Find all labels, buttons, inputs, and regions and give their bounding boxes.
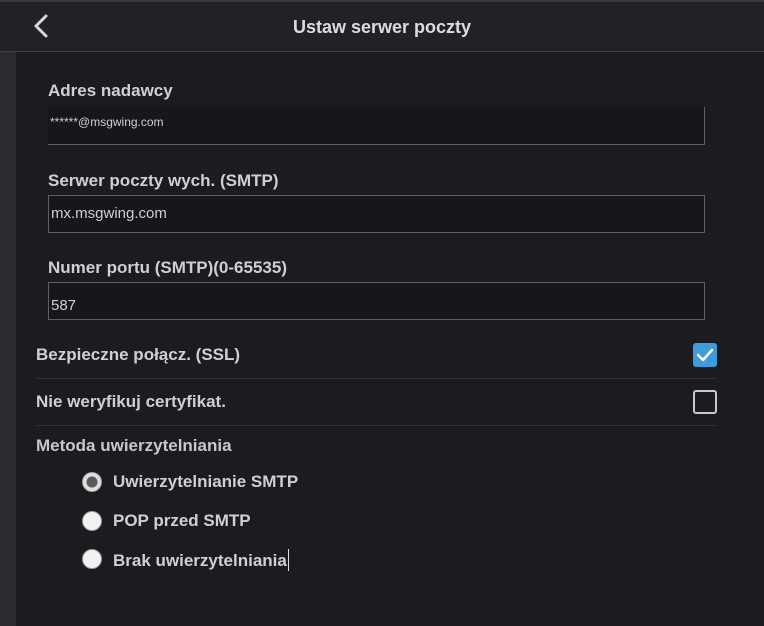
- ssl-option-label: Bezpieczne połącz. (SSL): [36, 345, 241, 364]
- auth-method-label: Uwierzytelnianie SMTP: [113, 472, 299, 491]
- radio-button-selected[interactable]: [82, 472, 102, 492]
- radio-button[interactable]: [82, 511, 102, 531]
- auth-method-label-text: Brak uwierzytelniania: [113, 551, 287, 570]
- auth-method-label: POP przed SMTP: [113, 511, 251, 530]
- smtp-server-field[interactable]: mx.msgwing.com: [48, 195, 705, 233]
- radio-button[interactable]: [82, 549, 102, 569]
- ssl-option-row[interactable]: Bezpieczne połącz. (SSL): [36, 333, 717, 379]
- mail-server-settings-screen: Ustaw serwer poczty Adres nadawcy ******…: [0, 0, 764, 626]
- auth-method-label: Brak uwierzytelniania: [113, 549, 289, 571]
- page-title: Ustaw serwer poczty: [292, 17, 472, 37]
- no-verify-cert-checkbox[interactable]: [693, 390, 717, 414]
- sender-address-field[interactable]: ******@msgwing.com: [48, 107, 705, 145]
- checkmark-icon: [696, 348, 714, 362]
- smtp-port-label: Numer portu (SMTP)(0-65535): [48, 258, 287, 277]
- settings-form: Adres nadawcy ******@msgwing.com Serwer …: [16, 52, 764, 626]
- no-verify-cert-option-row[interactable]: Nie weryfikuj certyfikat.: [36, 380, 717, 426]
- text-cursor: [287, 549, 289, 571]
- top-bar: Ustaw serwer poczty: [0, 0, 764, 52]
- smtp-server-label: Serwer poczty wych. (SMTP): [48, 171, 279, 190]
- no-verify-cert-label: Nie weryfikuj certyfikat.: [36, 392, 226, 411]
- sender-address-label: Adres nadawcy: [48, 81, 173, 100]
- ssl-checkbox[interactable]: [693, 343, 717, 367]
- left-rail: [0, 52, 16, 626]
- auth-method-heading: Metoda uwierzytelniania: [36, 436, 232, 455]
- smtp-port-field[interactable]: 587: [48, 282, 705, 320]
